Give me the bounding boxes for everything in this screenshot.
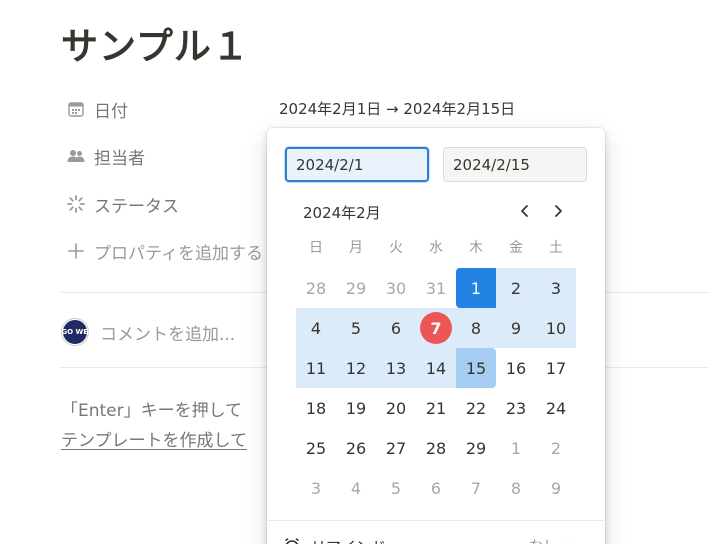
calendar-day[interactable]: 14 <box>416 348 456 388</box>
calendar-day[interactable]: 8 <box>496 468 536 508</box>
calendar-day[interactable]: 15 <box>456 348 496 388</box>
calendar-day[interactable]: 30 <box>376 268 416 308</box>
calendar-day[interactable]: 3 <box>536 268 576 308</box>
comment-row[interactable]: EGO WEB コメントを追加... <box>57 317 235 347</box>
prev-month-button[interactable] <box>514 200 536 222</box>
calendar-day[interactable]: 25 <box>296 428 336 468</box>
calendar-day[interactable]: 29 <box>456 428 496 468</box>
add-property-label: プロパティを追加する <box>94 243 263 264</box>
property-label: 日付 <box>94 101 128 122</box>
weekday-header: 日 <box>309 240 323 256</box>
weekday-header: 土 <box>549 240 563 256</box>
chevron-right-icon <box>555 205 562 217</box>
calendar-day[interactable]: 11 <box>296 348 336 388</box>
end-date-input[interactable]: 2024/2/15 <box>443 147 587 182</box>
start-date-input[interactable]: 2024/2/1 <box>285 147 429 182</box>
calendar-day[interactable]: 5 <box>336 308 376 348</box>
calendar-day[interactable]: 8 <box>456 308 496 348</box>
reminder-value-text: なし <box>529 536 557 544</box>
property-label: ステータス <box>94 196 179 217</box>
calendar-day[interactable]: 5 <box>376 468 416 508</box>
calendar-day[interactable]: 31 <box>416 268 456 308</box>
calendar-day[interactable]: 16 <box>496 348 536 388</box>
weekday-header: 木 <box>469 240 483 256</box>
weekday-header: 月 <box>349 240 363 256</box>
reminder-label: リマインド <box>311 536 386 544</box>
calendar-day[interactable]: 27 <box>376 428 416 468</box>
property-assignee[interactable]: 担当者 <box>60 140 145 172</box>
weekday-header: 金 <box>509 240 523 256</box>
weekday-header: 火 <box>389 240 403 256</box>
calendar-day[interactable]: 3 <box>296 468 336 508</box>
calendar-day[interactable]: 23 <box>496 388 536 428</box>
month-label: 2024年2月 <box>303 204 381 222</box>
calendar-day[interactable]: 10 <box>536 308 576 348</box>
plus-icon <box>60 235 92 267</box>
comment-input[interactable]: コメントを追加... <box>100 320 235 345</box>
calendar-day[interactable]: 7 <box>416 308 456 348</box>
calendar-day[interactable]: 21 <box>416 388 456 428</box>
add-property-button[interactable]: プロパティを追加する <box>60 235 263 267</box>
calendar-day[interactable]: 22 <box>456 388 496 428</box>
chevron-down-icon <box>565 543 573 544</box>
calendar-day[interactable]: 28 <box>296 268 336 308</box>
calendar-day[interactable]: 26 <box>336 428 376 468</box>
reminder-value[interactable]: なし <box>529 532 575 544</box>
today-marker: 7 <box>420 312 452 344</box>
calendar-day[interactable]: 9 <box>536 468 576 508</box>
people-icon <box>60 140 92 172</box>
popover-divider <box>267 520 605 521</box>
page-title[interactable]: サンプル１ <box>61 16 250 70</box>
calendar-day[interactable]: 20 <box>376 388 416 428</box>
calendar-day[interactable]: 19 <box>336 388 376 428</box>
property-status[interactable]: ステータス <box>60 188 179 220</box>
calendar-day[interactable]: 29 <box>336 268 376 308</box>
calendar-day[interactable]: 4 <box>336 468 376 508</box>
calendar-day[interactable]: 12 <box>336 348 376 388</box>
calendar-day[interactable]: 18 <box>296 388 336 428</box>
alarm-icon <box>285 538 299 544</box>
reminder-row[interactable]: リマインド <box>283 532 386 544</box>
calendar-day[interactable]: 17 <box>536 348 576 388</box>
template-hint: 「Enter」キーを押して <box>61 401 243 421</box>
date-picker-popover: 2024/2/1 2024/2/15 2024年2月 日月火水木金土 28 29 3… <box>267 128 605 544</box>
calendar-day[interactable]: 24 <box>536 388 576 428</box>
status-spinner-icon <box>60 188 92 220</box>
calendar-day[interactable]: 2 <box>496 268 536 308</box>
calendar-day[interactable]: 7 <box>456 468 496 508</box>
calendar-icon <box>60 93 92 125</box>
create-template-link[interactable]: テンプレートを作成して <box>61 426 247 451</box>
calendar-day[interactable]: 6 <box>376 308 416 348</box>
calendar-day[interactable]: 1 <box>456 268 496 308</box>
date-property-value[interactable]: 2024年2月1日 → 2024年2月15日 <box>279 96 515 120</box>
calendar-day[interactable]: 6 <box>416 468 456 508</box>
avatar: EGO WEB <box>57 319 93 345</box>
next-month-button[interactable] <box>547 200 569 222</box>
calendar-day[interactable]: 1 <box>496 428 536 468</box>
calendar-day[interactable]: 4 <box>296 308 336 348</box>
calendar-day[interactable]: 9 <box>496 308 536 348</box>
property-date[interactable]: 日付 <box>60 93 128 125</box>
chevron-left-icon <box>521 205 528 217</box>
property-label: 担当者 <box>94 148 145 169</box>
calendar-day[interactable]: 28 <box>416 428 456 468</box>
weekday-header: 水 <box>429 240 443 256</box>
calendar-day[interactable]: 13 <box>376 348 416 388</box>
calendar-day[interactable]: 2 <box>536 428 576 468</box>
